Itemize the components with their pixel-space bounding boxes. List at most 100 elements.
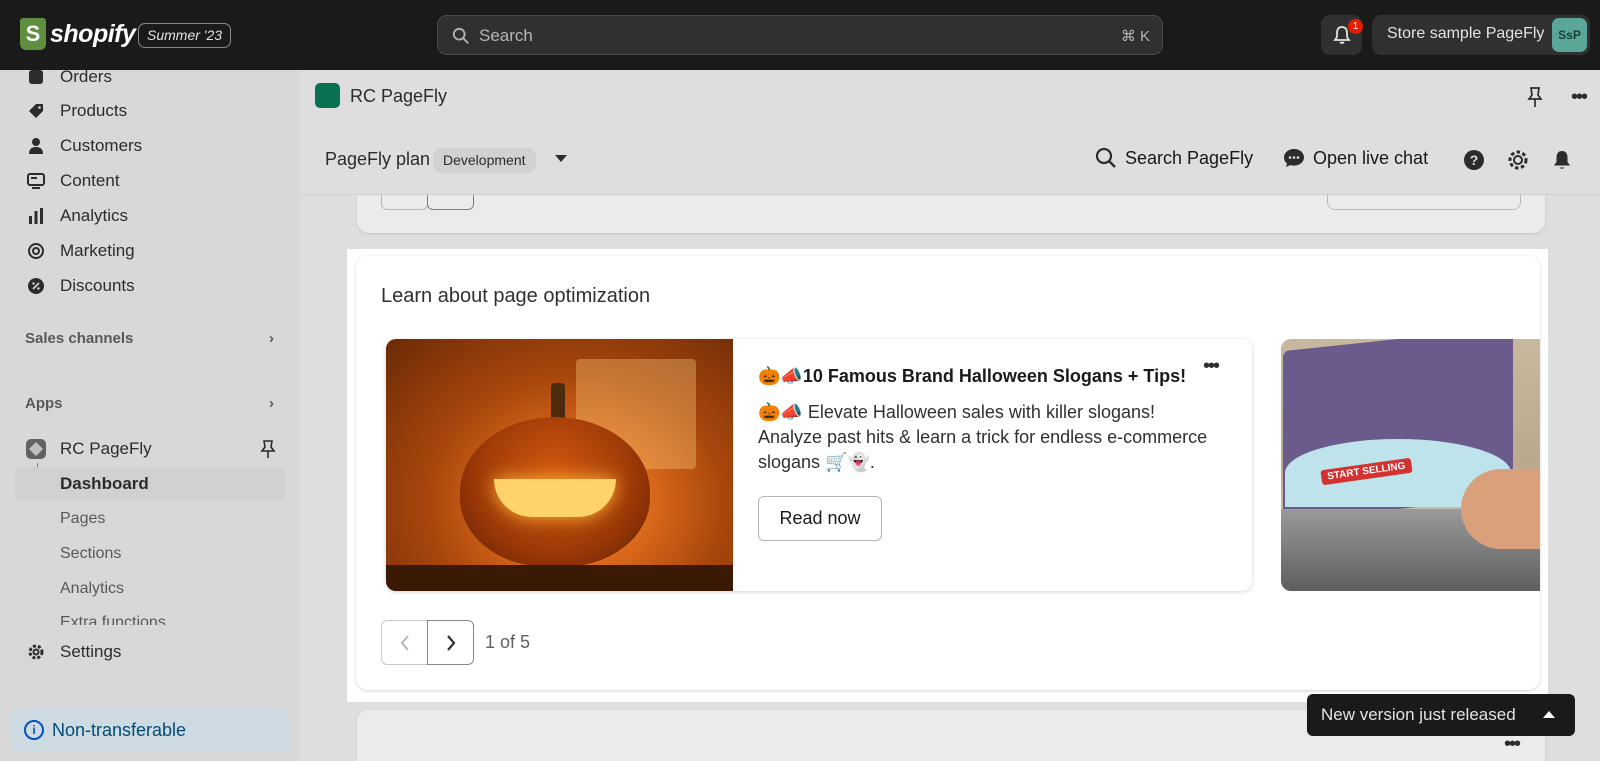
table-surface xyxy=(386,565,733,591)
pager-count: 1 of 5 xyxy=(485,632,531,652)
ghost-button xyxy=(1327,195,1521,210)
sidebar: Orders Products Customers Content Analyt… xyxy=(0,67,300,761)
pagefly-app-icon xyxy=(26,439,46,459)
more-options-icon[interactable]: ••• xyxy=(1203,355,1220,378)
previous-button[interactable] xyxy=(381,620,428,665)
notification-badge: 1 xyxy=(1348,19,1363,34)
sidebar-item-settings[interactable]: Settings xyxy=(26,638,121,666)
caret-down-icon[interactable] xyxy=(555,155,567,162)
article-card-next[interactable]: START SELLING xyxy=(1281,339,1540,591)
store-name: Store sample PageFly xyxy=(1387,25,1545,42)
content-icon xyxy=(26,171,46,191)
open-live-chat-label: Open live chat xyxy=(1313,147,1429,168)
help-icon[interactable]: ? xyxy=(1462,148,1486,172)
app-title: RC PageFly xyxy=(350,86,448,106)
ghost-button xyxy=(427,195,474,210)
sales-channels-label: Sales channels xyxy=(25,330,134,347)
pagefly-logo xyxy=(315,83,340,108)
discount-icon xyxy=(26,276,46,296)
sidebar-item-label: Content xyxy=(60,171,120,190)
non-transferable-label: Non-transferable xyxy=(52,720,187,740)
plan-label: PageFly plan xyxy=(325,149,431,169)
sidebar-subitem-sections[interactable]: Sections xyxy=(60,545,121,563)
read-now-button[interactable]: Read now xyxy=(758,496,882,541)
sidebar-item-label: Customers xyxy=(60,136,143,155)
chevron-right-icon xyxy=(446,634,455,651)
sidebar-subitem-analytics[interactable]: Analytics xyxy=(60,580,124,598)
pagefly-toolbar: PageFly plan Development Search PageFly … xyxy=(300,125,1600,195)
orders-icon xyxy=(26,67,46,87)
sidebar-item-label: Marketing xyxy=(60,241,135,260)
caret-up-icon[interactable] xyxy=(1543,711,1555,718)
learn-card: Learn about page optimization 🎃📣10 Famou… xyxy=(356,256,1540,690)
shopify-logo[interactable]: S shopify xyxy=(20,18,136,50)
open-live-chat-button[interactable]: Open live chat xyxy=(1283,147,1428,169)
sidebar-subitem-pages[interactable]: Pages xyxy=(60,510,105,528)
next-button[interactable] xyxy=(427,620,474,665)
store-menu-button[interactable]: Store sample PageFly SsP xyxy=(1372,15,1590,55)
article-description: 🎃📣 Elevate Halloween sales with killer s… xyxy=(758,402,1208,472)
article-card: 🎃📣10 Famous Brand Halloween Slogans + Ti… xyxy=(386,339,1252,591)
sidebar-subitem-dashboard[interactable]: Dashboard xyxy=(15,467,285,501)
article-image xyxy=(386,339,733,591)
search-icon xyxy=(452,27,469,44)
avatar: SsP xyxy=(1552,18,1587,52)
hand-image xyxy=(1461,469,1540,549)
sales-channels-header[interactable]: Sales channels › xyxy=(25,330,280,347)
sidebar-item-label: Settings xyxy=(60,642,122,661)
tag-icon xyxy=(26,101,46,121)
search-placeholder: Search xyxy=(479,26,533,45)
sidebar-item-label: Analytics xyxy=(60,206,129,225)
more-options-icon[interactable]: ••• xyxy=(1571,86,1588,109)
sidebar-item-label: Discounts xyxy=(60,276,135,295)
article-title: 🎃📣10 Famous Brand Halloween Slogans + Ti… xyxy=(758,366,1187,386)
sidebar-item-label: Products xyxy=(60,101,128,120)
chevron-left-icon xyxy=(400,634,409,651)
sidebar-item-content[interactable]: Content xyxy=(26,167,120,195)
chevron-right-icon: › xyxy=(269,330,274,347)
info-icon: i xyxy=(24,720,44,740)
sidebar-item-products[interactable]: Products xyxy=(26,97,127,125)
apps-header[interactable]: Apps › xyxy=(25,395,280,412)
toast-label: New version just released xyxy=(1321,705,1516,724)
bar-chart-icon xyxy=(26,206,46,226)
app-header: RC PageFly ••• xyxy=(300,70,1600,125)
search-input[interactable]: Search ⌘ K xyxy=(437,15,1163,55)
person-icon xyxy=(26,136,46,156)
sidebar-item-analytics[interactable]: Analytics xyxy=(26,202,128,230)
sidebar-item-label: RC PageFly xyxy=(60,439,152,458)
pin-icon[interactable] xyxy=(1526,86,1544,108)
bell-icon[interactable] xyxy=(1550,148,1574,172)
top-bar: S shopify Summer '23 Search ⌘ K 1 Store … xyxy=(0,0,1600,70)
sidebar-item-discounts[interactable]: Discounts xyxy=(26,272,135,300)
sidebar-subitem-extra[interactable]: Extra functions xyxy=(60,614,166,625)
settings-icon[interactable] xyxy=(1506,148,1530,172)
learn-card-title: Learn about page optimization xyxy=(381,285,651,307)
pin-icon[interactable] xyxy=(259,439,277,459)
sidebar-item-orders[interactable]: Orders xyxy=(26,63,112,91)
chevron-right-icon: › xyxy=(269,395,274,412)
new-version-toast[interactable]: New version just released xyxy=(1307,694,1575,736)
sidebar-item-rc-pagefly[interactable]: RC PageFly xyxy=(26,435,152,463)
learn-card-highlight: Learn about page optimization 🎃📣10 Famou… xyxy=(347,249,1548,702)
non-transferable-banner[interactable]: i Non-transferable xyxy=(12,708,290,752)
plan-badge: Development xyxy=(433,148,536,173)
brand-name: shopify xyxy=(50,19,136,48)
dashboard-label: Dashboard xyxy=(60,474,149,493)
edition-badge: Summer '23 xyxy=(138,23,232,48)
pumpkin-image xyxy=(460,417,650,567)
svg-text:?: ? xyxy=(1470,152,1479,168)
more-options-icon[interactable]: ••• xyxy=(1504,733,1521,756)
carousel-pager: 1 of 5 xyxy=(381,620,530,665)
search-shortcut: ⌘ K xyxy=(1120,28,1150,45)
gear-icon xyxy=(26,642,46,662)
sidebar-item-customers[interactable]: Customers xyxy=(26,132,142,160)
search-icon xyxy=(1095,147,1116,168)
article-body: 🎃📣10 Famous Brand Halloween Slogans + Ti… xyxy=(758,339,1238,591)
apps-label: Apps xyxy=(25,395,63,412)
sidebar-item-label: Orders xyxy=(60,67,112,86)
search-pagefly-button[interactable]: Search PageFly xyxy=(1095,147,1253,169)
notifications-button[interactable]: 1 xyxy=(1321,15,1363,55)
sidebar-item-marketing[interactable]: Marketing xyxy=(26,237,135,265)
chat-icon xyxy=(1284,149,1304,167)
